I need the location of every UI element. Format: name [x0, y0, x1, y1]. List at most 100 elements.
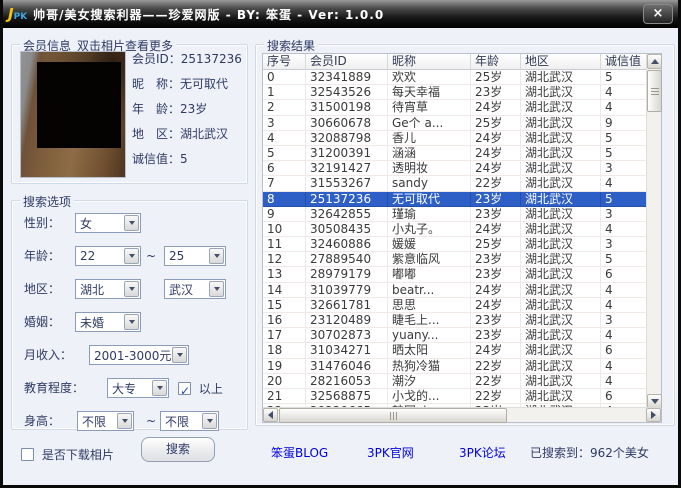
table-row[interactable]: 731553267sandy22岁湖北武汉4 — [263, 176, 648, 191]
table-cell: 湖北武汉 — [521, 328, 601, 343]
province-select[interactable]: 湖北 — [75, 279, 141, 299]
table-cell: 32661781 — [306, 298, 388, 313]
table-row[interactable]: 432088798香儿24岁湖北武汉5 — [263, 131, 648, 146]
nickname-value: 无可取代 — [180, 77, 228, 91]
table-cell: 10 — [263, 222, 306, 237]
column-header[interactable]: 年龄 — [471, 54, 521, 70]
table-row[interactable]: 330660678Ge个 a...25岁湖北武汉9 — [263, 116, 648, 131]
table-cell: 30702873 — [306, 328, 388, 343]
table-row[interactable]: 1931476046热狗冷猫22岁湖北武汉4 — [263, 359, 648, 374]
table-row[interactable]: 1431039779beatr...24岁湖北武汉4 — [263, 283, 648, 298]
table-row[interactable]: 1328979179嘟嘟23岁湖北武汉6 — [263, 267, 648, 282]
blog-link[interactable]: 笨蛋BLOG — [271, 444, 328, 461]
chevron-down-icon[interactable] — [124, 215, 139, 231]
download-photo-checkbox[interactable] — [21, 448, 34, 461]
region-label: 地 区： — [132, 127, 180, 141]
horizontal-scrollbar[interactable] — [263, 407, 661, 422]
table-cell: 24岁 — [471, 343, 521, 358]
city-select[interactable]: 武汉 — [164, 279, 226, 299]
table-row[interactable]: 1030508435小丸子。24岁湖北武汉4 — [263, 222, 648, 237]
member-photo[interactable] — [20, 51, 126, 178]
table-cell: 5 — [601, 252, 648, 267]
scroll-right-button[interactable] — [646, 408, 661, 422]
education-above-option[interactable]: 以上 — [178, 378, 223, 399]
chevron-down-icon[interactable] — [209, 281, 224, 297]
table-cell: 湖北武汉 — [521, 298, 601, 313]
above-checkbox[interactable] — [178, 382, 191, 395]
official-site-link[interactable]: 3PK官网 — [367, 444, 414, 461]
table-cell: 13 — [263, 267, 306, 282]
results-group: 搜索结果 序号 会员ID 昵称 年龄 地区 诚信值 032341889欢欢25岁… — [255, 44, 675, 426]
column-header[interactable]: 诚信值 — [601, 54, 648, 70]
horizontal-scroll-thumb[interactable] — [279, 408, 507, 423]
scroll-up-button[interactable] — [647, 54, 662, 69]
height-to-value: 不限 — [165, 413, 189, 430]
age-label: 年 龄： — [132, 102, 180, 116]
title-bar[interactable]: J PK 帅哥/美女搜索利器——珍爱网版 - BY: 笨蛋 - Ver: 1.0… — [0, 0, 681, 28]
age-to-select[interactable]: 25 — [164, 246, 226, 266]
table-row[interactable]: 1227889540紫意临风23岁湖北武汉5 — [263, 252, 648, 267]
table-row[interactable]: 1730702873yuany...23岁湖北武汉4 — [263, 328, 648, 343]
column-header[interactable]: 昵称 — [388, 54, 471, 70]
vertical-scroll-thumb[interactable] — [647, 70, 662, 112]
table-cell: Ge个 a... — [388, 116, 471, 131]
vertical-scrollbar[interactable] — [646, 54, 661, 409]
height-to-select[interactable]: 不限 — [160, 411, 219, 431]
table-cell: 晒太阳 — [388, 343, 471, 358]
table-cell: 24岁 — [471, 161, 521, 176]
table-cell: 22岁 — [471, 374, 521, 389]
table-cell: 23岁 — [471, 267, 521, 282]
table-row[interactable]: 1831034271晒太阳24岁湖北武汉6 — [263, 343, 648, 358]
education-select[interactable]: 大专 — [107, 378, 169, 398]
age-value: 23岁 — [180, 102, 207, 116]
chevron-down-icon[interactable] — [124, 281, 139, 297]
column-header[interactable]: 地区 — [521, 54, 601, 70]
income-select[interactable]: 2001-3000元 — [89, 345, 189, 365]
table-row[interactable]: 1532661781思思24岁湖北武汉4 — [263, 298, 648, 313]
table-row[interactable]: 032341889欢欢25岁湖北武汉5 — [263, 70, 648, 85]
table-row[interactable]: 932642855瑾瑜23岁湖北武汉3 — [263, 207, 648, 222]
table-cell: 媛媛 — [388, 237, 471, 252]
table-cell: 23岁 — [471, 85, 521, 100]
table-header[interactable]: 序号 会员ID 昵称 年龄 地区 诚信值 — [263, 54, 648, 70]
window-title: 帅哥/美女搜索利器——珍爱网版 - BY: 笨蛋 - Ver: 1.0.0 — [33, 6, 384, 23]
table-row[interactable]: 2028216053潮汐22岁湖北武汉4 — [263, 374, 648, 389]
chevron-down-icon[interactable] — [152, 380, 167, 396]
table-row[interactable]: 231500198待宵草24岁湖北武汉4 — [263, 100, 648, 115]
gender-select[interactable]: 女 — [75, 213, 141, 233]
download-photo-option[interactable]: 是否下载相片 — [21, 444, 114, 465]
chevron-down-icon[interactable] — [117, 413, 132, 429]
forum-link[interactable]: 3PK论坛 — [459, 444, 506, 461]
table-row[interactable]: 531200391涵涵24岁湖北武汉5 — [263, 146, 648, 161]
table-cell: 22岁 — [471, 389, 521, 404]
education-value: 大专 — [112, 380, 136, 397]
table-row[interactable]: 132543526每天幸福23岁湖北武汉4 — [263, 85, 648, 100]
table-cell: 15 — [263, 298, 306, 313]
scroll-left-button[interactable] — [263, 408, 278, 422]
chevron-down-icon[interactable] — [124, 314, 139, 330]
table-cell: 28979179 — [306, 267, 388, 282]
table-row[interactable]: 632191427透明妆24岁湖北武汉3 — [263, 161, 648, 176]
table-row[interactable]: 825137236无可取代23岁湖北武汉5 — [263, 192, 648, 207]
age-to-value: 25 — [169, 249, 184, 263]
column-header[interactable]: 序号 — [263, 54, 306, 70]
table-row[interactable]: 1132460886媛媛25岁湖北武汉3 — [263, 237, 648, 252]
chevron-down-icon[interactable] — [202, 413, 217, 429]
height-from-select[interactable]: 不限 — [77, 411, 134, 431]
age-from-select[interactable]: 22 — [75, 246, 141, 266]
table-cell: 9 — [601, 116, 648, 131]
chevron-down-icon[interactable] — [209, 248, 224, 264]
table-cell: 湖北武汉 — [521, 389, 601, 404]
table-cell: 6 — [601, 343, 648, 358]
marriage-select[interactable]: 未婚 — [75, 312, 141, 332]
chevron-down-icon[interactable] — [124, 248, 139, 264]
table-cell: 待宵草 — [388, 100, 471, 115]
table-cell: 湖北武汉 — [521, 161, 601, 176]
table-cell: 9 — [263, 207, 306, 222]
table-row[interactable]: 2132568875小戈的...22岁湖北武汉6 — [263, 389, 648, 404]
chevron-down-icon[interactable] — [172, 347, 187, 363]
close-button[interactable]: × — [643, 4, 673, 24]
table-row[interactable]: 1623120489睫毛上...23岁湖北武汉3 — [263, 313, 648, 328]
search-button[interactable]: 搜索 — [141, 437, 215, 462]
column-header[interactable]: 会员ID — [306, 54, 388, 70]
